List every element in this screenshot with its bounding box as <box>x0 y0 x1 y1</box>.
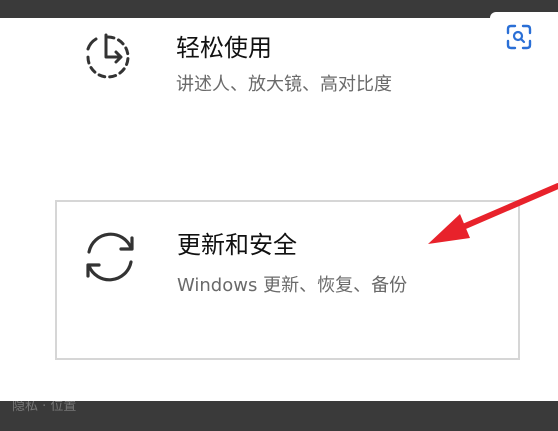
update-sync-icon <box>86 232 134 282</box>
tile-title: 轻松使用 <box>176 34 272 62</box>
scan-search-icon[interactable] <box>506 24 532 50</box>
tile-subtitle: Windows 更新、恢复、备份 <box>177 275 408 296</box>
tile-title: 更新和安全 <box>177 231 297 259</box>
tile-subtitle: 讲述人、放大镜、高对比度 <box>176 74 392 95</box>
top-window-edge <box>0 0 558 18</box>
ease-of-access-icon <box>86 33 130 79</box>
bottom-window-edge: 隐私 · 位置 <box>0 401 558 431</box>
bottom-partial-text: 隐私 · 位置 <box>12 401 77 414</box>
settings-tile-ease-of-access[interactable]: 轻松使用 讲述人、放大镜、高对比度 <box>60 25 490 115</box>
top-edge-notch <box>490 12 558 20</box>
red-pointer-arrow <box>428 183 558 244</box>
